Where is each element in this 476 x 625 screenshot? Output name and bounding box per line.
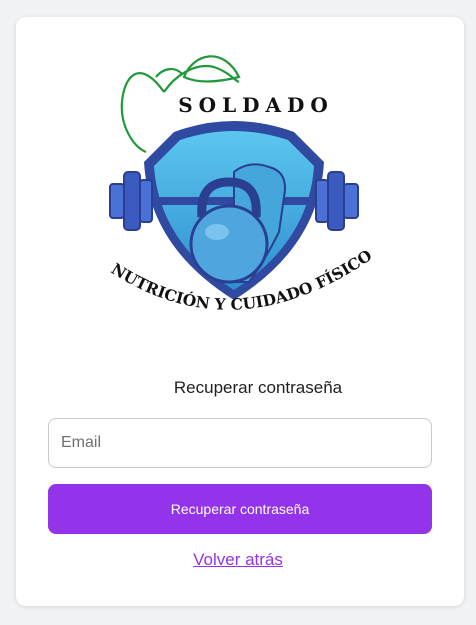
page-heading: Recuperar contraseña [173, 378, 343, 397]
brand-logo: SOLDADO NUTRICIÓN Y CUIDADO FÍSICO [84, 32, 384, 352]
brand-name: SOLDADO [178, 93, 334, 117]
logo-graphic: SOLDADO NUTRICIÓN Y CUIDADO FÍSICO [108, 55, 375, 314]
recover-password-button[interactable]: Recuperar contraseña [48, 484, 432, 534]
email-field[interactable] [48, 418, 432, 468]
back-link[interactable]: Volver atrás [0, 550, 476, 570]
